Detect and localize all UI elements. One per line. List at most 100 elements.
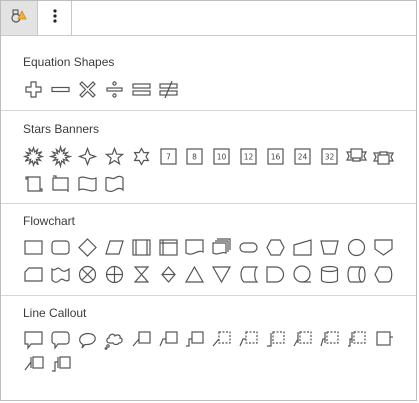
line-callout-4-icon: [376, 331, 393, 346]
shape-star-4-point[interactable]: [77, 146, 98, 167]
svg-text:16: 16: [271, 153, 281, 162]
shape-explosion-2[interactable]: [48, 144, 73, 169]
shape-multiply[interactable]: [77, 79, 98, 100]
shape-scroll-horizontal[interactable]: [50, 173, 71, 194]
shape-card[interactable]: [23, 264, 44, 285]
shape-process[interactable]: [23, 237, 44, 258]
plus-icon: [25, 81, 42, 98]
shape-line-callout-1-no-border[interactable]: [211, 329, 232, 350]
shape-manual-input[interactable]: [292, 237, 313, 258]
shape-magnetic-disk[interactable]: [319, 264, 340, 285]
line-callout-2-no-border-icon: [239, 331, 258, 347]
shape-rounded-rectangle-callout[interactable]: [50, 329, 71, 350]
shape-rectangle-callout[interactable]: [23, 329, 44, 350]
shape-star-5-point[interactable]: [104, 146, 125, 167]
line-callout-2-border-accent-icon: [51, 356, 71, 372]
star-12-icon: 12: [240, 148, 257, 165]
shape-line-callout-3[interactable]: [184, 329, 205, 350]
shape-line-callout-1-border-accent[interactable]: [23, 354, 44, 375]
shape-double-wave[interactable]: [104, 173, 125, 194]
shape-scroll-vertical[interactable]: [23, 173, 44, 194]
shape-data[interactable]: [104, 237, 125, 258]
summing-junction-icon: [78, 265, 96, 284]
shape-punched-tape[interactable]: [50, 264, 71, 285]
shape-connector[interactable]: [346, 237, 367, 258]
shape-or[interactable]: [104, 264, 125, 285]
shape-star-8[interactable]: 8: [184, 146, 205, 167]
shape-explosion-1[interactable]: [22, 145, 45, 168]
shape-stored-data[interactable]: [238, 264, 259, 285]
shape-summing-junction[interactable]: [77, 264, 98, 285]
shape-line-callout-3-accent[interactable]: [346, 329, 367, 350]
star-8-icon: 8: [186, 148, 203, 165]
card-icon: [24, 267, 43, 282]
shape-line-callout-4[interactable]: [373, 329, 394, 350]
panel-toolbar: [1, 1, 416, 36]
shape-direct-access-storage[interactable]: [346, 264, 367, 285]
shape-alternate-process[interactable]: [50, 237, 71, 258]
shape-ribbon-up[interactable]: [372, 146, 394, 167]
shapes-tab[interactable]: [1, 1, 38, 35]
shape-line-callout-1[interactable]: [131, 329, 152, 350]
shape-document[interactable]: [184, 237, 205, 258]
shape-line-callout-3-no-border[interactable]: [265, 329, 286, 350]
equal-icon: [131, 83, 151, 96]
shape-predefined-process[interactable]: [131, 237, 152, 258]
shape-star-12[interactable]: 12: [238, 146, 259, 167]
shape-collate[interactable]: [131, 264, 152, 285]
decision-icon: [77, 238, 97, 257]
shape-multi-document[interactable]: [211, 237, 232, 258]
shape-equal[interactable]: [131, 79, 152, 100]
shape-star-32[interactable]: 32: [319, 146, 340, 167]
shape-terminator[interactable]: [238, 237, 259, 258]
scroll-horizontal-icon: [52, 175, 69, 192]
shape-extract[interactable]: [184, 264, 205, 285]
line-callout-1-no-border-icon: [212, 331, 231, 347]
shape-internal-storage[interactable]: [158, 237, 179, 258]
line-callout-2-icon: [158, 331, 178, 347]
svg-text:10: 10: [217, 153, 227, 162]
shape-oval-callout[interactable]: [77, 329, 98, 350]
star-10-icon: 10: [213, 148, 230, 165]
shape-divide[interactable]: [104, 79, 125, 100]
shape-plus[interactable]: [23, 79, 44, 100]
shape-line-callout-2-accent[interactable]: [319, 329, 340, 350]
shape-cloud-callout[interactable]: [104, 329, 125, 350]
shape-off-page-connector[interactable]: [373, 237, 394, 258]
shape-star-16[interactable]: 16: [265, 146, 286, 167]
connector-icon: [347, 238, 365, 257]
shape-ribbon-down[interactable]: [345, 146, 367, 167]
shape-decision[interactable]: [77, 237, 98, 258]
shape-star-24[interactable]: 24: [292, 146, 313, 167]
magnetic-disk-icon: [320, 265, 338, 284]
line-callout-2-accent-icon: [320, 331, 339, 347]
multiply-icon: [78, 81, 96, 98]
shape-line-callout-2-no-border[interactable]: [238, 329, 259, 350]
ribbon-down-icon: [345, 148, 367, 162]
shape-sequential-access-storage[interactable]: [292, 264, 313, 285]
shape-minus[interactable]: [50, 79, 71, 100]
shape-star-10[interactable]: 10: [211, 146, 232, 167]
section-flowchart: Flowchart: [1, 203, 416, 295]
section-title: Line Callout: [23, 306, 87, 320]
shape-not-equal[interactable]: [158, 79, 179, 100]
shape-line-callout-1-accent[interactable]: [292, 329, 313, 350]
minus-icon: [51, 86, 70, 93]
line-callout-3-icon: [186, 331, 204, 347]
section-line-callout: Line Callout: [1, 295, 416, 402]
shape-line-callout-2-border-accent[interactable]: [50, 354, 71, 375]
shape-line-callout-2[interactable]: [158, 329, 179, 350]
shape-manual-operation[interactable]: [319, 237, 340, 258]
shape-star-7[interactable]: 7: [158, 146, 179, 167]
svg-text:7: 7: [166, 153, 171, 162]
shape-sort[interactable]: [158, 264, 179, 285]
shape-star-6-point[interactable]: [131, 146, 152, 167]
shape-delay[interactable]: [265, 264, 286, 285]
explosion-2-icon: [48, 144, 73, 169]
star-24-icon: 24: [294, 148, 311, 165]
more-options-tab[interactable]: [38, 1, 72, 35]
shape-merge[interactable]: [211, 264, 232, 285]
shape-wave[interactable]: [77, 173, 98, 194]
shape-preparation[interactable]: [265, 237, 286, 258]
shape-display[interactable]: [373, 264, 394, 285]
